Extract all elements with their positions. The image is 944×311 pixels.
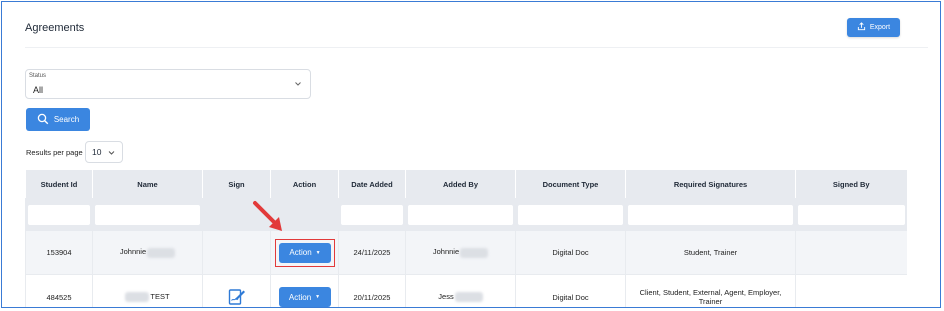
column-header-added-by[interactable]: Added By — [405, 170, 516, 198]
column-header-signed-by[interactable]: Signed By — [795, 170, 907, 198]
redacted-surname — [454, 292, 483, 302]
export-label: Export — [869, 24, 891, 31]
added-by-text: Johnnie — [432, 247, 460, 257]
column-header-date-added[interactable]: Date Added — [338, 170, 406, 198]
column-header-name[interactable]: Name — [92, 170, 203, 198]
filter-added-by-input[interactable] — [408, 204, 513, 225]
cell-action: Action ▼ — [270, 274, 339, 307]
filter-name-input[interactable] — [95, 204, 200, 225]
filter-student-id-input[interactable] — [28, 204, 90, 225]
added-by-text: Jess — [438, 291, 454, 301]
agreements-panel: Agreements Export Status All Search Resu… — [1, 1, 941, 308]
highlight-box: Action ▼ — [275, 238, 335, 267]
table-filter-row — [25, 198, 907, 231]
action-button[interactable]: Action ▼ — [279, 242, 331, 263]
filter-signed-by-input[interactable] — [798, 204, 905, 225]
search-icon — [37, 113, 49, 127]
results-per-page-label: Results per page — [26, 148, 83, 157]
column-header-action: Action — [270, 170, 339, 198]
chevron-down-icon — [108, 151, 115, 155]
table-row: 153904 Johnnie Action ▼ 24/11/2025 Johnn… — [25, 231, 907, 275]
cell-name: TEST — [92, 274, 203, 307]
column-header-document-type[interactable]: Document Type — [515, 170, 626, 198]
cell-name: Johnnie — [92, 231, 203, 275]
redacted-firstname — [125, 292, 150, 302]
redacted-surname — [460, 247, 489, 258]
filter-date-added-input[interactable] — [341, 204, 403, 225]
cell-date-added: 20/11/2025 — [338, 274, 406, 307]
caret-down-icon: ▼ — [315, 249, 321, 256]
red-arrow-annotation — [253, 201, 282, 231]
cell-required-signatures: Student, Trainer — [625, 231, 796, 275]
column-header-sign: Sign — [202, 170, 271, 198]
cell-added-by: Jess — [405, 274, 516, 307]
column-header-student-id[interactable]: Student Id — [25, 170, 93, 198]
chevron-down-icon — [295, 82, 301, 86]
cell-student-id: 153904 — [25, 231, 93, 275]
upload-icon — [857, 22, 866, 33]
action-button[interactable]: Action ▼ — [278, 287, 331, 307]
name-text: TEST — [150, 291, 170, 301]
cell-signed-by — [795, 231, 907, 275]
status-value: All — [33, 85, 44, 95]
cell-added-by: Johnnie — [405, 231, 516, 275]
results-per-page-select[interactable]: 10 — [85, 141, 123, 163]
action-label: Action — [289, 248, 312, 257]
table-row: 484525 TEST Action ▼ 20/11/2025 Jess Dig… — [25, 274, 907, 307]
filter-required-signatures-input[interactable] — [628, 204, 793, 225]
name-text: Johnnie — [119, 247, 147, 257]
cell-date-added: 24/11/2025 — [338, 231, 406, 275]
table-header-row: Student Id Name Sign Action Date Added A… — [25, 170, 907, 198]
page-title: Agreements — [25, 22, 85, 34]
cell-student-id: 484525 — [25, 274, 93, 307]
cell-sign — [202, 274, 271, 307]
redacted-surname — [147, 247, 176, 258]
header-divider — [25, 47, 928, 48]
results-per-page-value: 10 — [92, 147, 102, 157]
agreements-table: Student Id Name Sign Action Date Added A… — [25, 170, 907, 307]
cell-required-signatures: Client, Student, External, Agent, Employ… — [625, 274, 796, 307]
column-header-required-signatures[interactable]: Required Signatures — [625, 170, 796, 198]
export-button[interactable]: Export — [847, 18, 900, 37]
cell-document-type: Digital Doc — [515, 231, 626, 275]
status-label: Status — [29, 73, 47, 79]
status-select[interactable]: Status All — [25, 69, 311, 99]
search-button[interactable]: Search — [26, 108, 90, 131]
cell-document-type: Digital Doc — [515, 274, 626, 307]
action-label: Action — [288, 292, 312, 302]
caret-down-icon: ▼ — [315, 294, 321, 300]
cell-signed-by — [795, 274, 907, 307]
sign-document-icon[interactable] — [228, 289, 246, 305]
search-label: Search — [53, 115, 80, 124]
filter-document-type-input[interactable] — [518, 204, 623, 225]
